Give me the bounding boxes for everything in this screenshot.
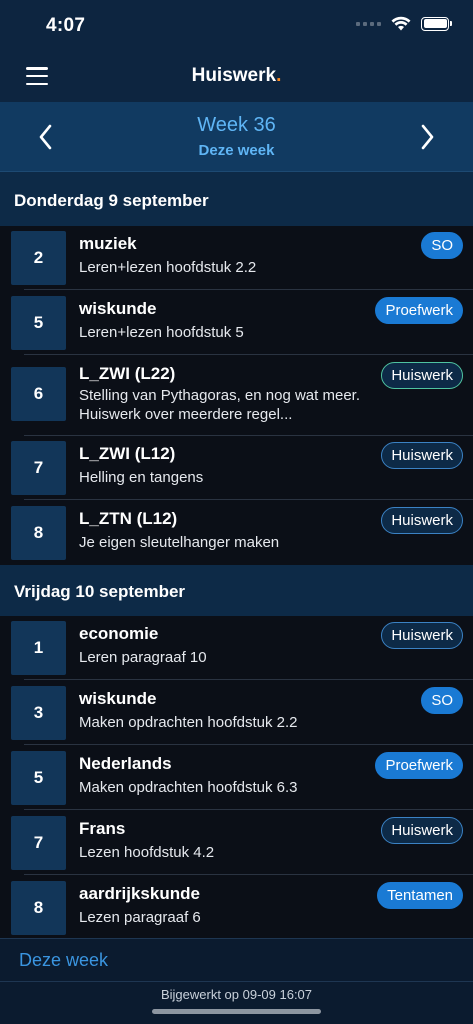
homework-type-badge: Proefwerk — [375, 297, 463, 324]
row-divider — [24, 809, 473, 810]
lesson-period: 5 — [11, 296, 66, 350]
homework-row[interactable]: 3 wiskunde Maken opdrachten hoofdstuk 2.… — [0, 681, 473, 745]
homework-list-thursday: 2 muziek Leren+lezen hoofdstuk 2.2 SO 5 … — [0, 226, 473, 565]
row-divider — [24, 289, 473, 290]
last-updated-text: Bijgewerkt op 09-09 16:07 — [160, 987, 313, 1002]
row-divider — [24, 499, 473, 500]
row-divider — [24, 354, 473, 355]
homework-row[interactable]: 5 Nederlands Maken opdrachten hoofdstuk … — [0, 746, 473, 810]
week-subtitle: Deze week — [198, 142, 275, 159]
homework-description: Stelling van Pythagoras, en nog wat meer… — [79, 387, 361, 423]
subject-name: wiskunde — [79, 689, 157, 708]
home-indicator[interactable] — [152, 1009, 321, 1014]
status-time: 4:07 — [46, 15, 86, 36]
homework-row[interactable]: 7 Frans Lezen hoofdstuk 4.2 Huiswerk — [0, 811, 473, 875]
day-header-thursday: Donderdag 9 september — [0, 172, 473, 226]
lesson-period: 7 — [11, 816, 66, 870]
homework-type-badge: Proefwerk — [375, 752, 463, 779]
subject-name: L_ZWI (L12) — [79, 444, 176, 463]
battery-icon — [421, 16, 452, 31]
lesson-period: 8 — [11, 881, 66, 935]
homework-type-badge: Huiswerk — [381, 442, 463, 469]
lesson-period: 5 — [11, 751, 66, 805]
subject-name: aardrijkskunde — [79, 884, 200, 903]
homework-row[interactable]: 7 L_ZWI (L12) Helling en tangens Huiswer… — [0, 436, 473, 500]
app-header: Huiswerk. — [0, 52, 473, 102]
homework-description: Leren paragraaf 10 — [79, 649, 207, 666]
homework-row[interactable]: 8 aardrijkskunde Lezen paragraaf 6 Tenta… — [0, 876, 473, 940]
status-bar: 4:07 — [0, 0, 473, 52]
lesson-period: 7 — [11, 441, 66, 495]
status-icons — [356, 16, 452, 31]
footer-week-bar: Deze week — [0, 938, 473, 981]
subject-name: economie — [79, 624, 159, 643]
homework-type-badge: Huiswerk — [381, 362, 463, 389]
homework-type-badge: Tentamen — [377, 882, 463, 909]
homework-description: Je eigen sleutelhanger maken — [79, 534, 280, 551]
homework-type-badge: Huiswerk — [381, 507, 463, 534]
lesson-period: 2 — [11, 231, 66, 285]
homework-description: Leren+lezen hoofdstuk 2.2 — [79, 259, 257, 276]
homework-row[interactable]: 1 economie Leren paragraaf 10 Huiswerk — [0, 616, 473, 680]
homework-type-badge: SO — [421, 687, 463, 714]
lesson-period: 8 — [11, 506, 66, 560]
subject-name: wiskunde — [79, 299, 157, 318]
homework-description: Maken opdrachten hoofdstuk 6.3 — [79, 779, 298, 796]
chevron-right-icon — [421, 124, 434, 150]
homework-description: Lezen hoofdstuk 4.2 — [79, 844, 215, 861]
week-title: Week 36 — [197, 114, 276, 136]
next-week-button[interactable] — [415, 122, 439, 152]
homework-type-badge: SO — [421, 232, 463, 259]
wifi-icon — [391, 16, 411, 31]
lesson-period: 3 — [11, 686, 66, 740]
cellular-signal-icon — [356, 21, 381, 26]
homework-description: Leren+lezen hoofdstuk 5 — [79, 324, 244, 341]
lesson-period: 6 — [11, 367, 66, 421]
row-divider — [24, 744, 473, 745]
subject-name: L_ZWI (L22) — [79, 364, 176, 383]
homework-description: Helling en tangens — [79, 469, 204, 486]
homework-type-badge: Huiswerk — [381, 622, 463, 649]
last-updated-bar: Bijgewerkt op 09-09 16:07 — [0, 981, 473, 1024]
subject-name: L_ZTN (L12) — [79, 509, 178, 528]
homework-description: Maken opdrachten hoofdstuk 2.2 — [79, 714, 298, 731]
subject-name: Nederlands — [79, 754, 172, 773]
homework-row[interactable]: 5 wiskunde Leren+lezen hoofdstuk 5 Proef… — [0, 291, 473, 355]
lesson-period: 1 — [11, 621, 66, 675]
app-title-text: Huiswerk — [191, 65, 277, 86]
homework-description: Lezen paragraaf 6 — [79, 909, 201, 926]
homework-row[interactable]: 6 L_ZWI (L22) Stelling van Pythagoras, e… — [0, 356, 473, 436]
day-header-friday: Vrijdag 10 september — [0, 565, 473, 619]
row-divider — [24, 679, 473, 680]
row-divider — [24, 874, 473, 875]
homework-type-badge: Huiswerk — [381, 817, 463, 844]
homework-row[interactable]: 8 L_ZTN (L12) Je eigen sleutelhanger mak… — [0, 501, 473, 565]
subject-name: Frans — [79, 819, 126, 838]
homework-row[interactable]: 2 muziek Leren+lezen hoofdstuk 2.2 SO — [0, 226, 473, 290]
app-title: Huiswerk. — [0, 65, 473, 87]
week-navigator: Week 36 Deze week — [0, 102, 473, 172]
homework-list-friday: 1 economie Leren paragraaf 10 Huiswerk 3… — [0, 616, 473, 938]
subject-name: muziek — [79, 234, 137, 253]
this-week-link[interactable]: Deze week — [19, 950, 108, 971]
brand-dot: . — [276, 65, 282, 86]
